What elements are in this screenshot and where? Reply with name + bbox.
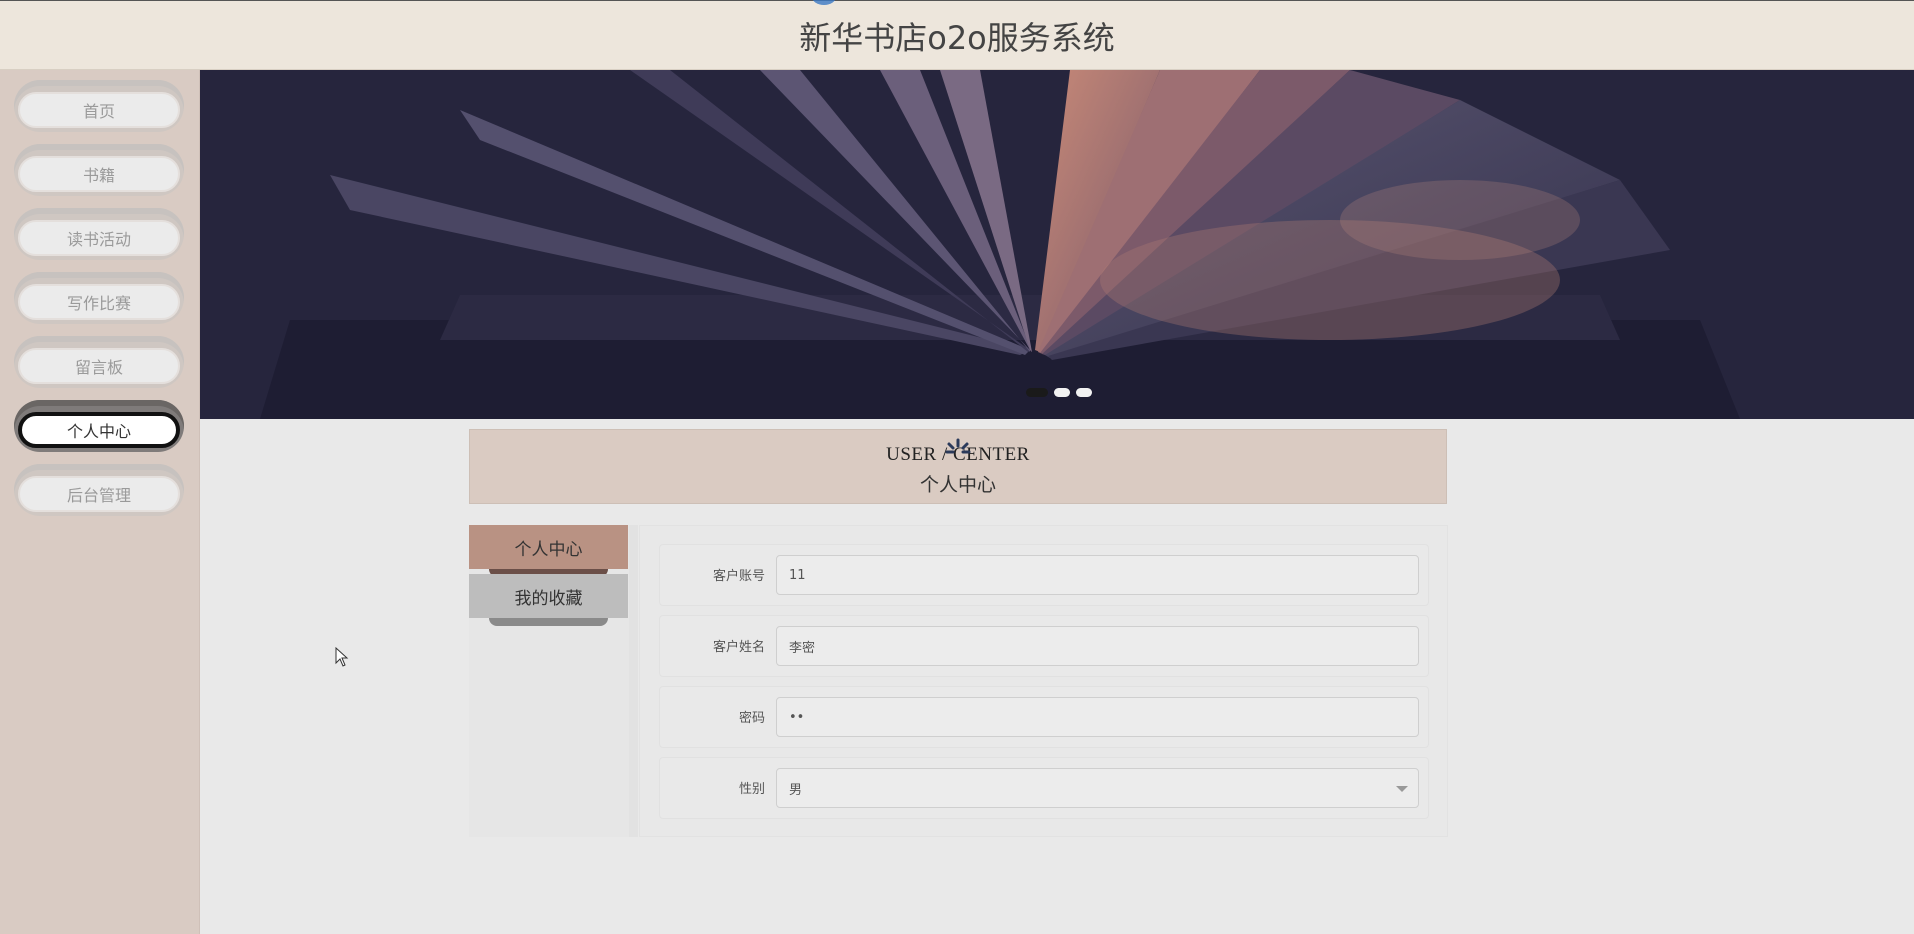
sidebar-item-books[interactable]: 书籍 xyxy=(14,144,184,196)
sidebar-item-label: 个人中心 xyxy=(18,412,180,448)
account-value: 11 xyxy=(789,567,806,583)
tab-shadow xyxy=(489,618,608,626)
profile-form: 客户账号 11 客户姓名 李密 密码 •• 性别 男 xyxy=(639,525,1448,837)
name-field[interactable]: 李密 xyxy=(776,626,1419,666)
form-row-name: 客户姓名 李密 xyxy=(659,615,1429,677)
carousel-dots xyxy=(1026,388,1092,397)
section-title-cn: 个人中心 xyxy=(919,474,996,496)
header: 新华书店o2o服务系统 xyxy=(0,0,1914,70)
gender-value: 男 xyxy=(789,782,803,798)
sidebar-item-label: 首页 xyxy=(18,92,180,128)
sidebar: 首页 书籍 读书活动 写作比赛 留言板 个人中心 后台管理 xyxy=(0,70,200,934)
tab-label: 个人中心 xyxy=(514,539,583,560)
user-center-tabs: 个人中心 我的收藏 xyxy=(469,525,629,837)
account-field[interactable]: 11 xyxy=(776,555,1419,595)
banner-carousel[interactable] xyxy=(200,70,1914,419)
sidebar-item-label: 留言板 xyxy=(18,348,180,384)
carousel-dot[interactable] xyxy=(1026,388,1048,397)
carousel-dot[interactable] xyxy=(1076,388,1092,397)
password-field[interactable]: •• xyxy=(776,697,1419,737)
account-label: 客户账号 xyxy=(712,569,765,584)
divider xyxy=(629,525,638,837)
name-value: 李密 xyxy=(789,640,816,656)
chevron-down-icon xyxy=(1396,786,1408,792)
gender-select[interactable]: 男 xyxy=(776,768,1419,808)
sidebar-item-reading-events[interactable]: 读书活动 xyxy=(14,208,184,260)
sidebar-item-label: 写作比赛 xyxy=(18,284,180,320)
tab-label: 我的收藏 xyxy=(514,588,583,609)
mouse-cursor-icon xyxy=(335,647,349,667)
sidebar-item-home[interactable]: 首页 xyxy=(14,80,184,132)
tab-favorites[interactable]: 我的收藏 xyxy=(469,574,628,618)
form-row-gender: 性别 男 xyxy=(659,757,1429,819)
sidebar-item-admin[interactable]: 后台管理 xyxy=(14,464,184,516)
sidebar-item-writing-contest[interactable]: 写作比赛 xyxy=(14,272,184,324)
top-indicator-icon xyxy=(812,0,836,5)
sidebar-item-label: 后台管理 xyxy=(18,476,180,512)
form-row-account: 客户账号 11 xyxy=(659,544,1429,606)
sidebar-item-label: 书籍 xyxy=(18,156,180,192)
sidebar-item-message-board[interactable]: 留言板 xyxy=(14,336,184,388)
loading-spinner-icon xyxy=(945,438,971,454)
password-value: •• xyxy=(789,709,805,725)
form-row-password: 密码 •• xyxy=(659,686,1429,748)
banner-book-image xyxy=(200,70,1914,419)
tab-user-center[interactable]: 个人中心 xyxy=(469,525,628,569)
gender-label: 性别 xyxy=(738,782,765,797)
password-label: 密码 xyxy=(738,711,765,726)
site-title: 新华书店o2o服务系统 xyxy=(799,19,1115,57)
name-label: 客户姓名 xyxy=(712,640,765,655)
sidebar-item-label: 读书活动 xyxy=(18,220,180,256)
carousel-dot[interactable] xyxy=(1054,388,1070,397)
sidebar-item-user-center[interactable]: 个人中心 xyxy=(14,400,184,452)
page: 新华书店o2o服务系统 首页 书籍 读书活动 写作比赛 留言板 个人中心 后台管… xyxy=(0,0,1914,934)
